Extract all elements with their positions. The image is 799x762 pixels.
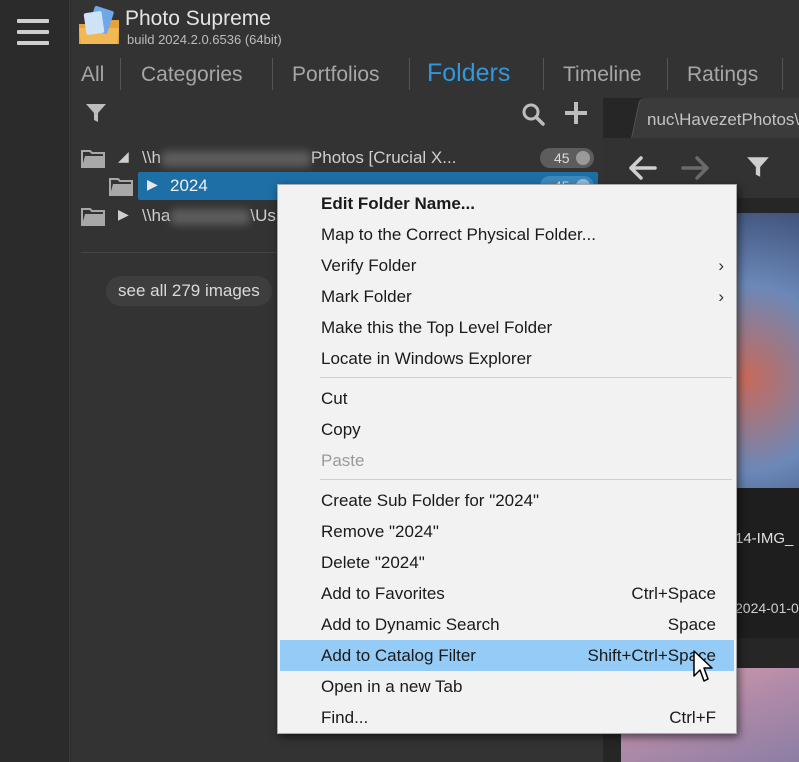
- redacted-text: [160, 150, 311, 167]
- tab-separator: [543, 58, 544, 90]
- app-logo-icon: [79, 6, 119, 44]
- app-build: build 2024.2.0.6536 (64bit): [127, 32, 282, 47]
- path-tab-label: nuc\HavezetPhotos\: [647, 110, 799, 129]
- collapsed-arrow-icon[interactable]: ▶: [118, 206, 129, 223]
- folder-toolbar: [71, 98, 603, 130]
- filter-icon[interactable]: [84, 101, 108, 125]
- tab-categories[interactable]: Categories: [141, 56, 243, 92]
- menu-item-remove[interactable]: Remove "2024": [280, 516, 734, 547]
- add-icon[interactable]: [563, 100, 589, 126]
- menu-item-map-physical-folder[interactable]: Map to the Correct Physical Folder...: [280, 219, 734, 250]
- context-menu: Edit Folder Name... Map to the Correct P…: [277, 184, 737, 734]
- tab-separator: [120, 58, 121, 90]
- folder-icon: [81, 208, 105, 226]
- menu-item-edit-folder-name[interactable]: Edit Folder Name...: [280, 188, 734, 219]
- menu-separator: [320, 377, 732, 378]
- menu-item-cut[interactable]: Cut: [280, 383, 734, 414]
- tree-row-prefix: \\ha: [142, 206, 171, 225]
- menu-item-open-new-tab[interactable]: Open in a new Tab: [280, 671, 734, 702]
- tab-folders[interactable]: Folders: [427, 56, 510, 92]
- menu-item-copy[interactable]: Copy: [280, 414, 734, 445]
- tab-separator: [667, 58, 668, 90]
- search-icon[interactable]: [521, 102, 545, 126]
- tab-ratings[interactable]: Ratings: [687, 56, 758, 92]
- menu-shortcut: Ctrl+Space: [631, 584, 716, 603]
- menu-item-add-dynamic-search[interactable]: Add to Dynamic Search Space: [280, 609, 734, 640]
- tree-row-prefix: \\h: [142, 148, 161, 167]
- submenu-chevron-icon: ›: [718, 256, 724, 275]
- menu-item-verify-folder[interactable]: Verify Folder ›: [280, 250, 734, 281]
- tree-row-suffix: \Us: [250, 206, 276, 225]
- menu-separator: [320, 479, 732, 480]
- menu-item-paste: Paste: [321, 451, 365, 470]
- tab-separator: [782, 58, 783, 90]
- thumbnail-date: 2024-01-07: [735, 600, 799, 616]
- forward-arrow-icon[interactable]: [681, 156, 709, 180]
- tab-separator: [409, 58, 410, 90]
- tab-all[interactable]: All: [81, 56, 104, 92]
- tree-row[interactable]: ◢ \\h Photos [Crucial X... 45: [71, 144, 603, 172]
- folder-icon: [109, 178, 133, 196]
- menu-item-add-catalog-filter[interactable]: Add to Catalog Filter Shift+Ctrl+Space: [280, 640, 734, 671]
- menu-item-add-favorites[interactable]: Add to Favorites Ctrl+Space: [280, 578, 734, 609]
- redacted-text: [170, 208, 251, 225]
- submenu-chevron-icon: ›: [718, 287, 724, 306]
- mouse-pointer-icon: [693, 650, 713, 682]
- menu-item-mark-folder[interactable]: Mark Folder ›: [280, 281, 734, 312]
- menu-shortcut: Space: [667, 615, 716, 634]
- app-title: Photo Supreme: [125, 7, 271, 30]
- tree-row-label: 2024: [170, 176, 208, 195]
- folder-icon: [81, 150, 105, 168]
- tree-row-suffix: Photos [Crucial X...: [310, 148, 457, 167]
- tab-portfolios[interactable]: Portfolios: [292, 56, 380, 92]
- menu-shortcut: Ctrl+F: [669, 708, 716, 727]
- menu-item-find[interactable]: Find... Ctrl+F: [280, 702, 734, 733]
- tab-timeline[interactable]: Timeline: [563, 56, 642, 92]
- collapsed-arrow-icon[interactable]: ▶: [147, 176, 158, 193]
- hamburger-menu-icon[interactable]: [17, 19, 49, 45]
- category-tabs: All Categories Portfolios Folders Timeli…: [71, 56, 799, 96]
- left-rail: [0, 0, 70, 762]
- thumbnail-filename: 14-IMG_: [735, 530, 794, 547]
- count-badge: 45: [540, 148, 594, 168]
- menu-item-locate-explorer[interactable]: Locate in Windows Explorer: [280, 343, 734, 374]
- filter-icon[interactable]: [745, 154, 771, 180]
- back-arrow-icon[interactable]: [629, 156, 657, 180]
- tab-separator: [272, 58, 273, 90]
- menu-item-create-sub-folder[interactable]: Create Sub Folder for "2024": [280, 485, 734, 516]
- menu-item-make-top-level[interactable]: Make this the Top Level Folder: [280, 312, 734, 343]
- expanded-arrow-icon[interactable]: ◢: [118, 148, 129, 165]
- menu-item-delete[interactable]: Delete "2024": [280, 547, 734, 578]
- see-all-images-button[interactable]: see all 279 images: [106, 276, 272, 306]
